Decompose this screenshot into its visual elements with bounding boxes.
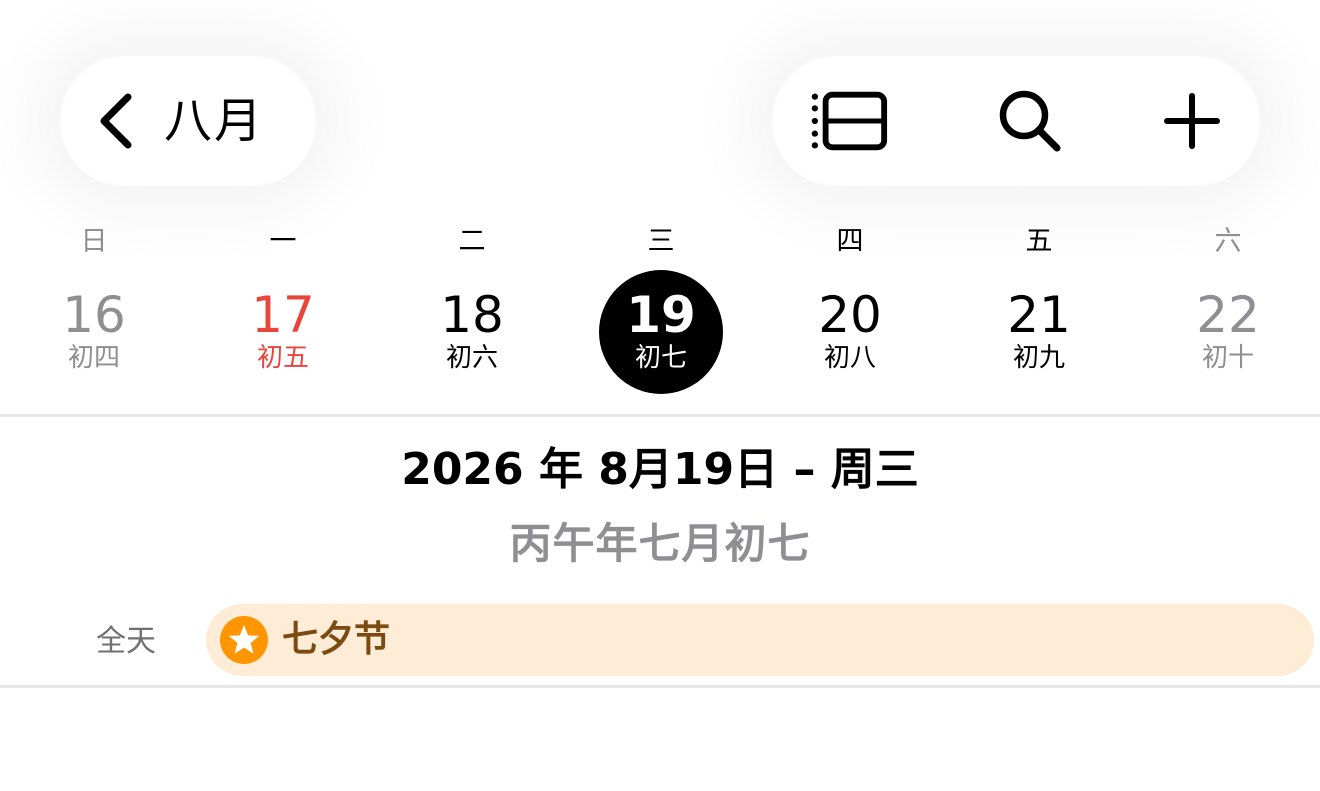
date-title: 2026 年 8月19日 – 周三 (401, 444, 919, 495)
star-icon (220, 616, 268, 664)
all-day-label: 全天 (96, 624, 156, 659)
lunar-date-title: 丙午年七月初七 (509, 519, 811, 568)
all-day-divider (0, 685, 1320, 688)
day-lunar: 初六 (445, 343, 498, 373)
weekday-fri: 五 (1025, 226, 1053, 257)
all-day-event[interactable]: 七夕节 (206, 604, 1314, 676)
week-divider (0, 414, 1320, 417)
day-number: 22 (1196, 286, 1260, 344)
add-icon (1164, 93, 1220, 149)
day-lunar: 初四 (67, 343, 120, 373)
day-lunar: 初八 (823, 343, 876, 373)
day-lunar: 初十 (1201, 343, 1254, 373)
toolbar-actions (772, 56, 1260, 186)
add-event-button[interactable] (1152, 86, 1232, 156)
day-number: 20 (818, 286, 882, 344)
weekday-wed: 三 (647, 226, 675, 257)
day-number: 18 (440, 286, 504, 344)
list-view-button[interactable] (810, 86, 890, 156)
chevron-left-icon (100, 93, 132, 149)
calendar-day-view: 八月 日 一 二 三 四 五 六 16 初四 17 初五 18 初六 19 初七… (0, 0, 1320, 791)
weekday-sat: 六 (1214, 226, 1242, 257)
back-label: 八月 (164, 93, 265, 149)
weekday-tue: 二 (458, 226, 486, 257)
day-lunar: 初九 (1012, 343, 1065, 373)
day-number: 16 (62, 286, 126, 344)
weekday-sun: 日 (80, 226, 108, 257)
back-to-month-button[interactable]: 八月 (60, 56, 316, 186)
day-number: 17 (251, 286, 315, 344)
day-lunar: 初五 (256, 343, 309, 373)
search-icon (999, 90, 1061, 152)
day-number: 21 (1007, 286, 1071, 344)
list-view-icon (811, 91, 888, 151)
weekday-thu: 四 (836, 226, 864, 257)
weekday-mon: 一 (269, 226, 297, 257)
day-lunar: 初七 (634, 343, 687, 373)
search-button[interactable] (990, 86, 1070, 156)
day-number: 19 (626, 286, 696, 344)
event-title: 七夕节 (282, 619, 391, 660)
